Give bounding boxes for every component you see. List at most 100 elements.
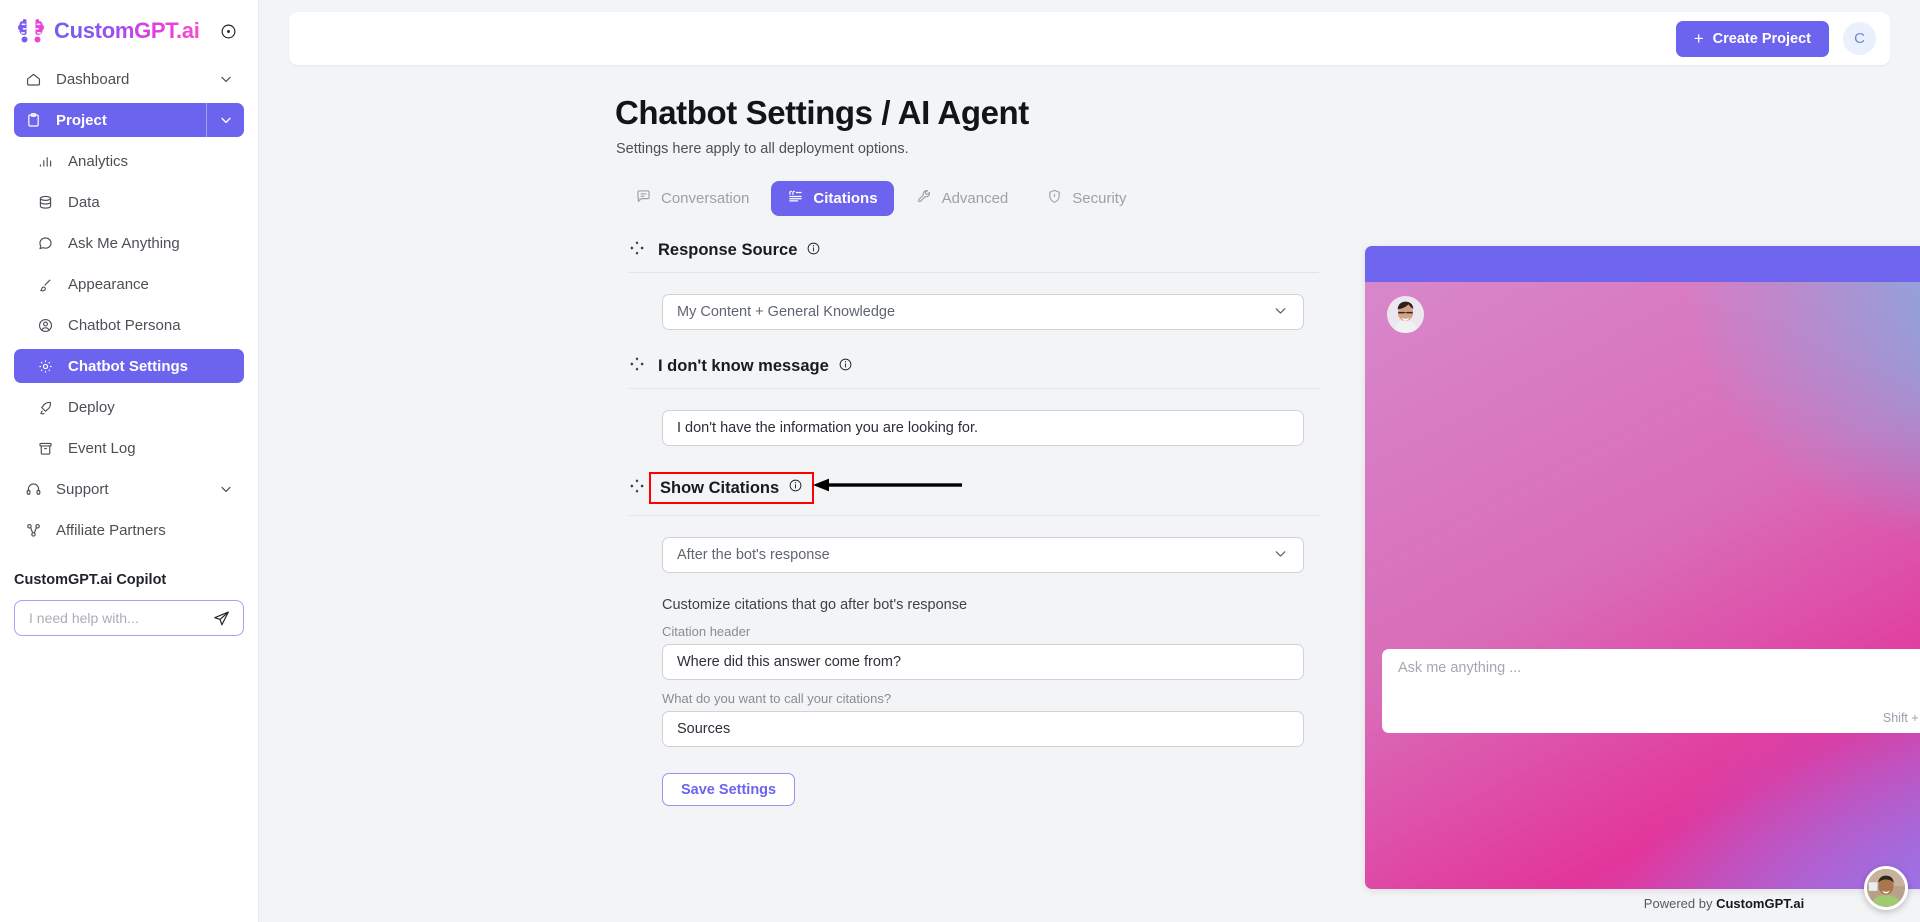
copilot-input-wrapper[interactable] (14, 600, 244, 636)
citation-header-label: Citation header (662, 624, 751, 639)
support-chat-widget-button[interactable] (1864, 866, 1908, 910)
page-title: Chatbot Settings / AI Agent (615, 94, 1029, 131)
sidebar-item-support[interactable]: Support (14, 472, 244, 506)
paper-plane-icon[interactable] (211, 608, 231, 628)
create-project-button[interactable]: + Create Project (1675, 20, 1829, 57)
share-nodes-icon (24, 521, 42, 539)
powered-by-brand: CustomGPT.ai (1716, 896, 1805, 911)
sidebar-item-data[interactable]: Data (14, 185, 244, 219)
chat-input-placeholder: Ask me anything ... (1398, 660, 1522, 676)
tab-security[interactable]: Security (1030, 181, 1142, 216)
sidebar-item-deploy[interactable]: Deploy (14, 390, 244, 424)
brand-row: CustomGPT.ai (0, 0, 258, 62)
powered-by: Powered by CustomGPT.ai (1365, 896, 1920, 911)
sidebar-item-label: Affiliate Partners (56, 521, 166, 539)
rocket-icon (36, 398, 54, 416)
response-source-select[interactable]: My Content + General Knowledge (662, 294, 1304, 330)
sidebar-item-chatbot-settings[interactable]: Chatbot Settings (14, 349, 244, 383)
show-citations-select[interactable]: After the bot's response (662, 537, 1304, 573)
section-dont-know-message: I don't know message (629, 356, 1319, 389)
tab-label: Conversation (661, 190, 750, 207)
left-arrow-annotation-icon (807, 475, 967, 500)
sidebar: CustomGPT.ai Dashboard Project Analytics… (0, 0, 259, 922)
sidebar-item-analytics[interactable]: Analytics (14, 144, 244, 178)
tab-advanced[interactable]: Advanced (900, 181, 1025, 216)
project-expand-toggle[interactable] (206, 103, 244, 137)
diamond-cluster-icon (629, 478, 645, 499)
circle-dot-icon[interactable] (218, 21, 238, 41)
gear-icon (36, 357, 54, 375)
user-avatar[interactable]: C (1843, 22, 1876, 55)
save-settings-button[interactable]: Save Settings (662, 773, 796, 806)
copilot-section: CustomGPT.ai Copilot (0, 572, 258, 636)
sidebar-item-label: Dashboard (56, 70, 130, 88)
tab-conversation[interactable]: Conversation (619, 181, 765, 216)
chevron-down-icon[interactable] (218, 71, 234, 87)
citations-form: Response Source My Content + General Kno… (629, 240, 1319, 806)
chat-preview-body: Ask me anything ... Shift + Enter to add… (1365, 282, 1920, 889)
dont-know-message-input[interactable]: I don't have the information you are loo… (662, 410, 1304, 446)
powered-by-prefix: Powered by (1643, 896, 1717, 911)
sidebar-item-chatbot-persona[interactable]: Chatbot Persona (14, 308, 244, 342)
sidebar-item-label: Support (56, 480, 109, 498)
sidebar-item-event-log[interactable]: Event Log (14, 431, 244, 465)
citation-name-input[interactable]: Sources (662, 711, 1304, 747)
archive-icon (36, 439, 54, 457)
page-subtitle: Settings here apply to all deployment op… (616, 141, 909, 157)
copilot-input[interactable] (29, 610, 211, 626)
settings-tabs: Conversation Citations Advanced Security (619, 181, 1142, 216)
sidebar-item-dashboard[interactable]: Dashboard (14, 62, 244, 96)
section-label: Response Source (658, 241, 821, 261)
clipboard-icon (24, 111, 42, 129)
tab-label: Security (1072, 190, 1127, 207)
sidebar-item-label: Ask Me Anything (68, 234, 180, 252)
sidebar-item-label: Analytics (68, 152, 129, 170)
sidebar-nav: Dashboard Project Analytics Data Ask Me … (0, 62, 258, 547)
app-root: CustomGPT.ai Dashboard Project Analytics… (0, 0, 1920, 922)
sidebar-item-label: Chatbot Settings (68, 357, 188, 375)
shield-check-icon (1046, 188, 1063, 209)
sidebar-item-ask-me-anything[interactable]: Ask Me Anything (14, 226, 244, 260)
brain-logo-icon (16, 17, 46, 45)
message-square-icon (635, 188, 652, 209)
chevron-down-icon[interactable] (218, 481, 234, 497)
copilot-title: CustomGPT.ai Copilot (14, 572, 167, 588)
home-icon (24, 70, 42, 88)
citations-hint: Customize citations that go after bot's … (662, 597, 968, 613)
bar-chart-icon (36, 152, 54, 170)
sidebar-item-label: Data (68, 193, 100, 211)
paintbrush-icon (36, 275, 54, 293)
headset-icon (24, 480, 42, 498)
create-project-label: Create Project (1712, 30, 1811, 47)
sidebar-item-label: Chatbot Persona (68, 316, 181, 334)
sidebar-item-label: Appearance (68, 275, 149, 293)
chat-input-hint: Shift + Enter to add a new line (1882, 711, 1920, 725)
info-icon[interactable] (788, 478, 803, 498)
user-circle-icon (36, 316, 54, 334)
brand-name: CustomGPT.ai (54, 18, 200, 43)
citation-name-label: What do you want to call your citations? (662, 691, 892, 706)
info-icon[interactable] (838, 357, 853, 377)
wrench-icon (916, 188, 933, 209)
chevron-down-icon (1272, 545, 1289, 566)
sidebar-item-affiliate-partners[interactable]: Affiliate Partners (14, 513, 244, 547)
bot-avatar (1387, 296, 1424, 333)
tab-citations[interactable]: Citations (771, 181, 894, 216)
show-citations-value: After the bot's response (677, 547, 830, 563)
main-content: + Create Project C Chatbot Settings / AI… (259, 0, 1920, 922)
sidebar-item-appearance[interactable]: Appearance (14, 267, 244, 301)
tab-label: Advanced (941, 190, 1009, 207)
plus-icon: + (1693, 29, 1704, 48)
info-icon[interactable] (806, 241, 821, 261)
top-bar: + Create Project C (289, 12, 1890, 65)
citation-header-input[interactable]: Where did this answer come from? (662, 644, 1304, 680)
section-response-source: Response Source (629, 240, 1319, 273)
sidebar-item-label: Project (56, 111, 107, 129)
diamond-cluster-icon (629, 356, 645, 377)
sidebar-item-project[interactable]: Project (14, 103, 244, 137)
tab-label: Citations (813, 190, 878, 207)
section-label: I don't know message (658, 357, 853, 377)
chat-input-wrapper[interactable]: Ask me anything ... Shift + Enter to add… (1382, 649, 1920, 733)
chevron-down-icon (1272, 302, 1289, 323)
sidebar-item-label: Deploy (68, 398, 115, 416)
